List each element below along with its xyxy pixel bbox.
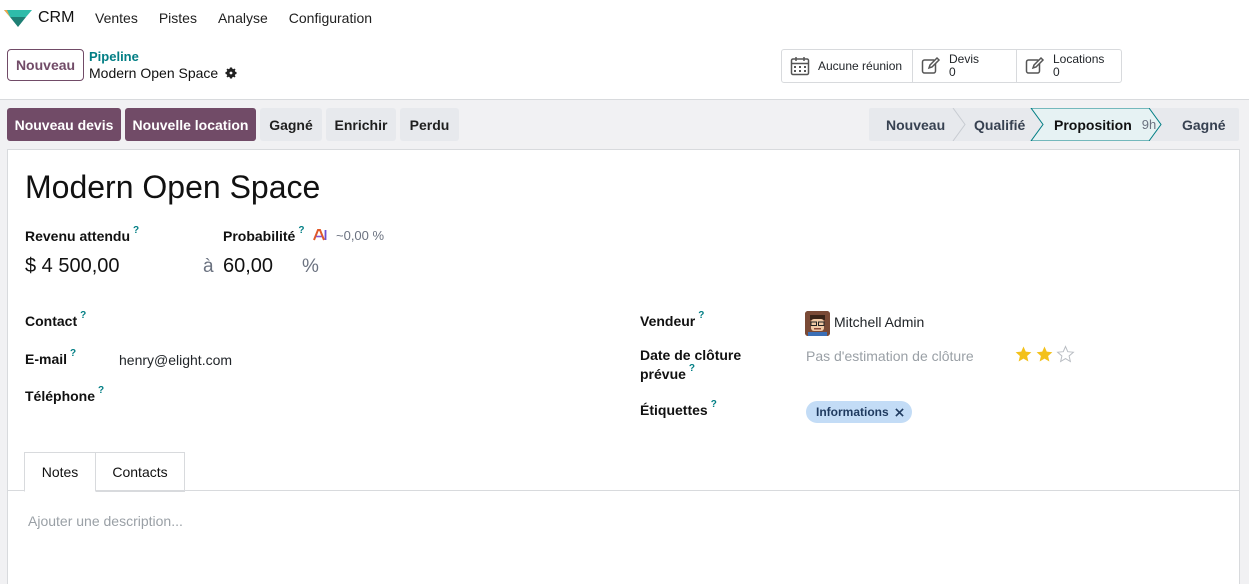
edit-icon <box>921 56 941 74</box>
meetings-label: Aucune réunion <box>818 58 903 73</box>
new-rental-button[interactable]: Nouvelle location <box>125 108 256 141</box>
tag-label: Informations <box>816 405 889 419</box>
close-date-field[interactable]: Pas d'estimation de clôture <box>806 348 974 364</box>
stage-proposition[interactable]: Proposition 9h <box>1054 108 1156 141</box>
star-filled-icon[interactable] <box>1014 345 1033 363</box>
menu-ventes[interactable]: Ventes <box>95 10 138 26</box>
avatar-image <box>805 311 830 336</box>
help-icon[interactable]: ? <box>711 399 717 410</box>
help-icon[interactable]: ? <box>298 225 304 236</box>
stage-gagne[interactable]: Gagné <box>1182 108 1226 141</box>
probability-field[interactable]: 60,00 <box>223 255 273 278</box>
menu-pistes[interactable]: Pistes <box>159 10 197 26</box>
edit-icon <box>1025 56 1045 74</box>
smart-buttons: Aucune réunion Devis 0 Locations 0 <box>781 49 1122 83</box>
star-empty-icon[interactable] <box>1056 345 1075 363</box>
action-bar: Nouveau devis Nouvelle location Gagné En… <box>0 100 1249 150</box>
calendar-icon <box>790 57 810 76</box>
quotations-count: 0 <box>949 65 956 79</box>
help-icon[interactable]: ? <box>689 363 695 374</box>
email-field[interactable]: henry@elight.com <box>119 352 232 368</box>
new-record-button[interactable]: Nouveau <box>7 49 84 81</box>
breadcrumb-pipeline[interactable]: Pipeline <box>89 49 139 64</box>
help-icon[interactable]: ? <box>698 310 704 321</box>
quotations-smart-button[interactable]: Devis 0 <box>913 50 1017 82</box>
star-filled-icon[interactable] <box>1035 345 1054 363</box>
contact-label: Contact? <box>25 310 87 329</box>
close-date-label: Date de clôture prévue? <box>640 347 742 382</box>
control-panel: Nouveau Pipeline Modern Open Space Aucun… <box>0 36 1249 100</box>
app-name[interactable]: CRM <box>38 9 74 27</box>
won-button[interactable]: Gagné <box>260 108 322 141</box>
help-icon[interactable]: ? <box>70 348 76 359</box>
expected-revenue-label: Revenu attendu? <box>25 225 140 244</box>
email-label: E-mail? <box>25 348 77 367</box>
breadcrumb-current: Modern Open Space <box>89 65 238 81</box>
rentals-label: Locations <box>1053 52 1105 66</box>
salesperson-label: Vendeur? <box>640 310 705 329</box>
meetings-smart-button[interactable]: Aucune réunion <box>782 50 913 82</box>
lead-title[interactable]: Modern Open Space <box>25 169 320 206</box>
breadcrumb-current-label: Modern Open Space <box>89 65 219 81</box>
form-sheet: Modern Open Space Revenu attendu? $ 4 50… <box>7 149 1240 584</box>
at-separator: à <box>203 256 214 277</box>
tags-label: Étiquettes? <box>640 399 717 418</box>
menu-analyse[interactable]: Analyse <box>218 10 268 26</box>
rentals-count: 0 <box>1053 65 1060 79</box>
ai-probability: ~0,00 % <box>336 228 385 243</box>
new-quote-button[interactable]: Nouveau devis <box>7 108 121 141</box>
top-navbar: CRM Ventes Pistes Analyse Configuration <box>0 0 1249 36</box>
stage-nouveau[interactable]: Nouveau <box>886 108 945 141</box>
rentals-smart-button[interactable]: Locations 0 <box>1017 50 1121 82</box>
gear-icon[interactable] <box>224 66 238 80</box>
priority-widget <box>1014 345 1075 363</box>
lost-button[interactable]: Perdu <box>400 108 459 141</box>
tab-notes[interactable]: Notes <box>24 452 96 492</box>
percent-sign: % <box>302 256 319 277</box>
description-editor[interactable]: Ajouter une description... <box>28 513 183 529</box>
menu-configuration[interactable]: Configuration <box>289 10 372 26</box>
ai-icon[interactable] <box>313 229 327 241</box>
stage-qualifie[interactable]: Qualifié <box>974 108 1025 141</box>
expected-revenue-field[interactable]: $ 4 500,00 <box>25 255 120 278</box>
probability-label: Probabilité? <box>223 225 305 244</box>
phone-label: Téléphone? <box>25 385 105 404</box>
enrich-button[interactable]: Enrichir <box>326 108 396 141</box>
help-icon[interactable]: ? <box>80 310 86 321</box>
tab-contacts[interactable]: Contacts <box>96 452 185 492</box>
crm-logo-icon[interactable] <box>4 8 32 28</box>
salesperson-field[interactable]: Mitchell Admin <box>834 314 924 330</box>
main-menu: Ventes Pistes Analyse Configuration <box>95 10 393 26</box>
help-icon[interactable]: ? <box>133 225 139 236</box>
stage-statusbar: Nouveau Qualifié Proposition 9h Gagné <box>869 108 1239 141</box>
avatar[interactable] <box>805 311 830 336</box>
tag-badge: Informations <box>806 401 912 423</box>
close-icon[interactable] <box>894 407 904 417</box>
stage-proposition-label: Proposition <box>1054 116 1132 133</box>
notebook-tabs: Notes Contacts <box>8 452 1239 492</box>
stage-duration: 9h <box>1141 117 1157 132</box>
help-icon[interactable]: ? <box>98 385 104 396</box>
